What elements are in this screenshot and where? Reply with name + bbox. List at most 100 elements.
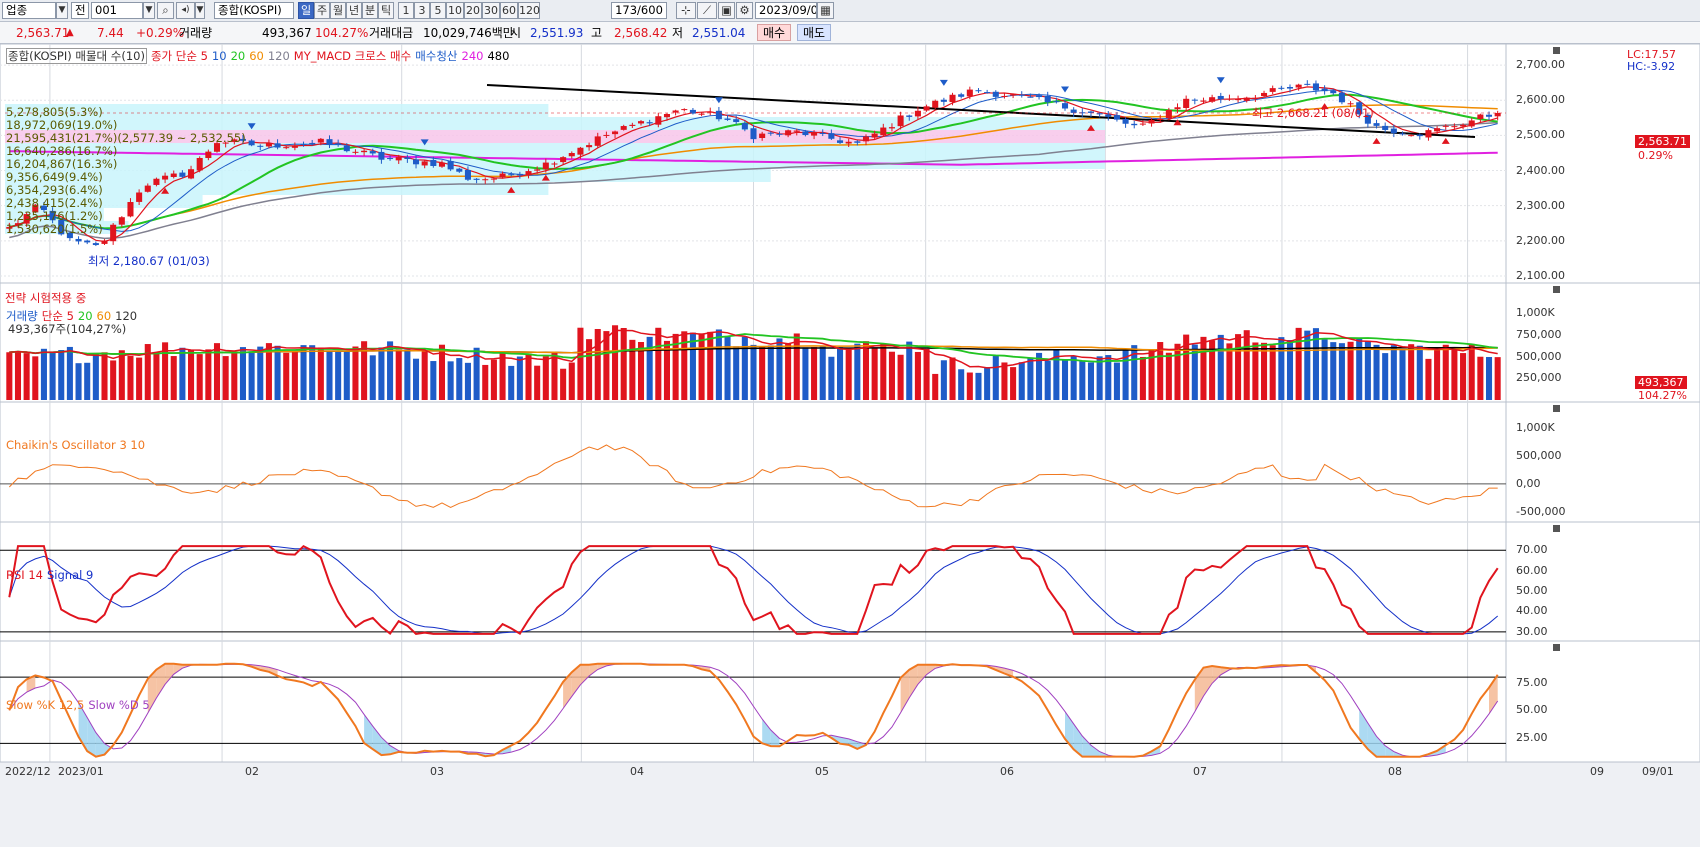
candle-body: [802, 131, 809, 136]
volume-bar: [179, 347, 186, 400]
hc-label: HC:-3.92: [1627, 60, 1676, 73]
candle-body: [612, 131, 619, 135]
candle-body: [387, 158, 394, 160]
candle-body: [326, 139, 333, 145]
volume-bar: [1001, 362, 1008, 400]
candle-body: [811, 132, 818, 136]
volume-bar: [698, 333, 705, 400]
volume-bar: [568, 362, 575, 400]
x-axis-tick-label: 2023/01: [58, 765, 104, 778]
volume-bar: [1477, 356, 1484, 400]
candle-body: [1122, 118, 1129, 124]
volume-bar: [1494, 357, 1501, 400]
volume-bar: [23, 353, 30, 400]
chart-area[interactable]: [0, 0, 1700, 847]
candle-body: [1217, 95, 1224, 100]
candle-body: [759, 133, 766, 139]
buy-signal-arrow: [1441, 137, 1450, 144]
candle-body: [1200, 100, 1207, 102]
candle-body: [136, 192, 143, 202]
candle-body: [464, 169, 471, 180]
candle-body: [317, 138, 324, 143]
volume-bar: [1269, 345, 1276, 400]
volume-bar: [14, 350, 22, 400]
candle-body: [1235, 99, 1242, 101]
candle-body: [309, 142, 316, 144]
stoch-fill: [580, 664, 590, 685]
candle-body: [412, 159, 420, 165]
candle-body: [127, 202, 134, 217]
candle-body: [1304, 83, 1311, 85]
sell-signal-arrow: [1061, 86, 1070, 93]
volume-bar: [1373, 344, 1380, 400]
volume-bar: [880, 343, 887, 400]
candle-body: [992, 91, 999, 97]
volume-bar: [58, 350, 65, 400]
volume-bar: [854, 343, 861, 400]
y-axis-tick-label: 2,700.00: [1516, 58, 1565, 72]
volume-bar: [1390, 345, 1397, 400]
volume-bar: [516, 356, 523, 400]
candle-body: [101, 240, 108, 244]
volume-bar: [1044, 360, 1051, 400]
last-price-pct: 0.29%: [1638, 149, 1673, 162]
volume-bar: [92, 353, 99, 400]
candle-body: [1243, 97, 1250, 101]
candle-body: [291, 145, 298, 148]
candle-body: [542, 162, 549, 170]
volume-bar: [1485, 357, 1493, 400]
candle-body: [1209, 97, 1216, 102]
candle-body: [750, 128, 757, 140]
candle-body: [966, 89, 973, 97]
volume-bar: [1079, 360, 1086, 400]
candle-body: [188, 169, 195, 179]
stoch-fill: [1212, 666, 1221, 684]
volume-bar: [490, 359, 497, 400]
volume-bar: [949, 357, 956, 400]
candle-body: [1451, 126, 1458, 128]
last-volume-tag: 493,367: [1635, 376, 1687, 389]
volume-bar: [499, 353, 506, 400]
volume-bar: [352, 346, 359, 400]
candle-body: [1157, 118, 1164, 120]
y-axis-tick-label: -500,000: [1516, 504, 1566, 518]
candle-body: [1174, 107, 1181, 110]
stoch-fill: [95, 732, 105, 757]
volume-bar: [1087, 362, 1095, 400]
volume-bar: [300, 345, 307, 400]
y-axis-tick-label: 40.00: [1516, 604, 1548, 618]
candle-body: [733, 119, 740, 123]
volume-bar: [508, 365, 515, 400]
stoch-fill: [1203, 666, 1213, 697]
volume-bar: [1408, 344, 1415, 400]
volume-bar: [1217, 334, 1224, 400]
panel-frame: [0, 401, 1700, 523]
volume-bar: [750, 344, 757, 400]
candle-body: [447, 160, 454, 170]
volume-bar: [767, 345, 774, 400]
volume-bar: [906, 341, 913, 400]
legend-volume-profile: 종합(KOSPI) 매물대 수(10): [6, 48, 147, 64]
volume-bar: [1070, 356, 1077, 400]
volume-bar: [84, 362, 91, 400]
candle-body: [1131, 123, 1138, 126]
volume-bar: [32, 356, 39, 400]
candle-body: [378, 151, 385, 160]
candle-body: [1416, 134, 1423, 137]
candle-body: [490, 178, 497, 180]
candle-body: [1390, 128, 1397, 134]
volume-bar: [1434, 348, 1441, 400]
volume-bar: [932, 373, 939, 400]
candle-body: [655, 116, 662, 125]
candle-body: [871, 133, 878, 138]
y-axis-tick-label: 2,600.00: [1516, 93, 1565, 107]
candle-body: [603, 134, 610, 136]
volume-bar: [421, 351, 428, 400]
candle-body: [914, 110, 921, 117]
candle-body: [862, 136, 870, 142]
candle-body: [1382, 125, 1389, 130]
volume-bar: [1347, 341, 1354, 400]
volume-bar: [66, 346, 73, 400]
candle-body: [1070, 109, 1077, 113]
volume-bar: [914, 351, 921, 400]
